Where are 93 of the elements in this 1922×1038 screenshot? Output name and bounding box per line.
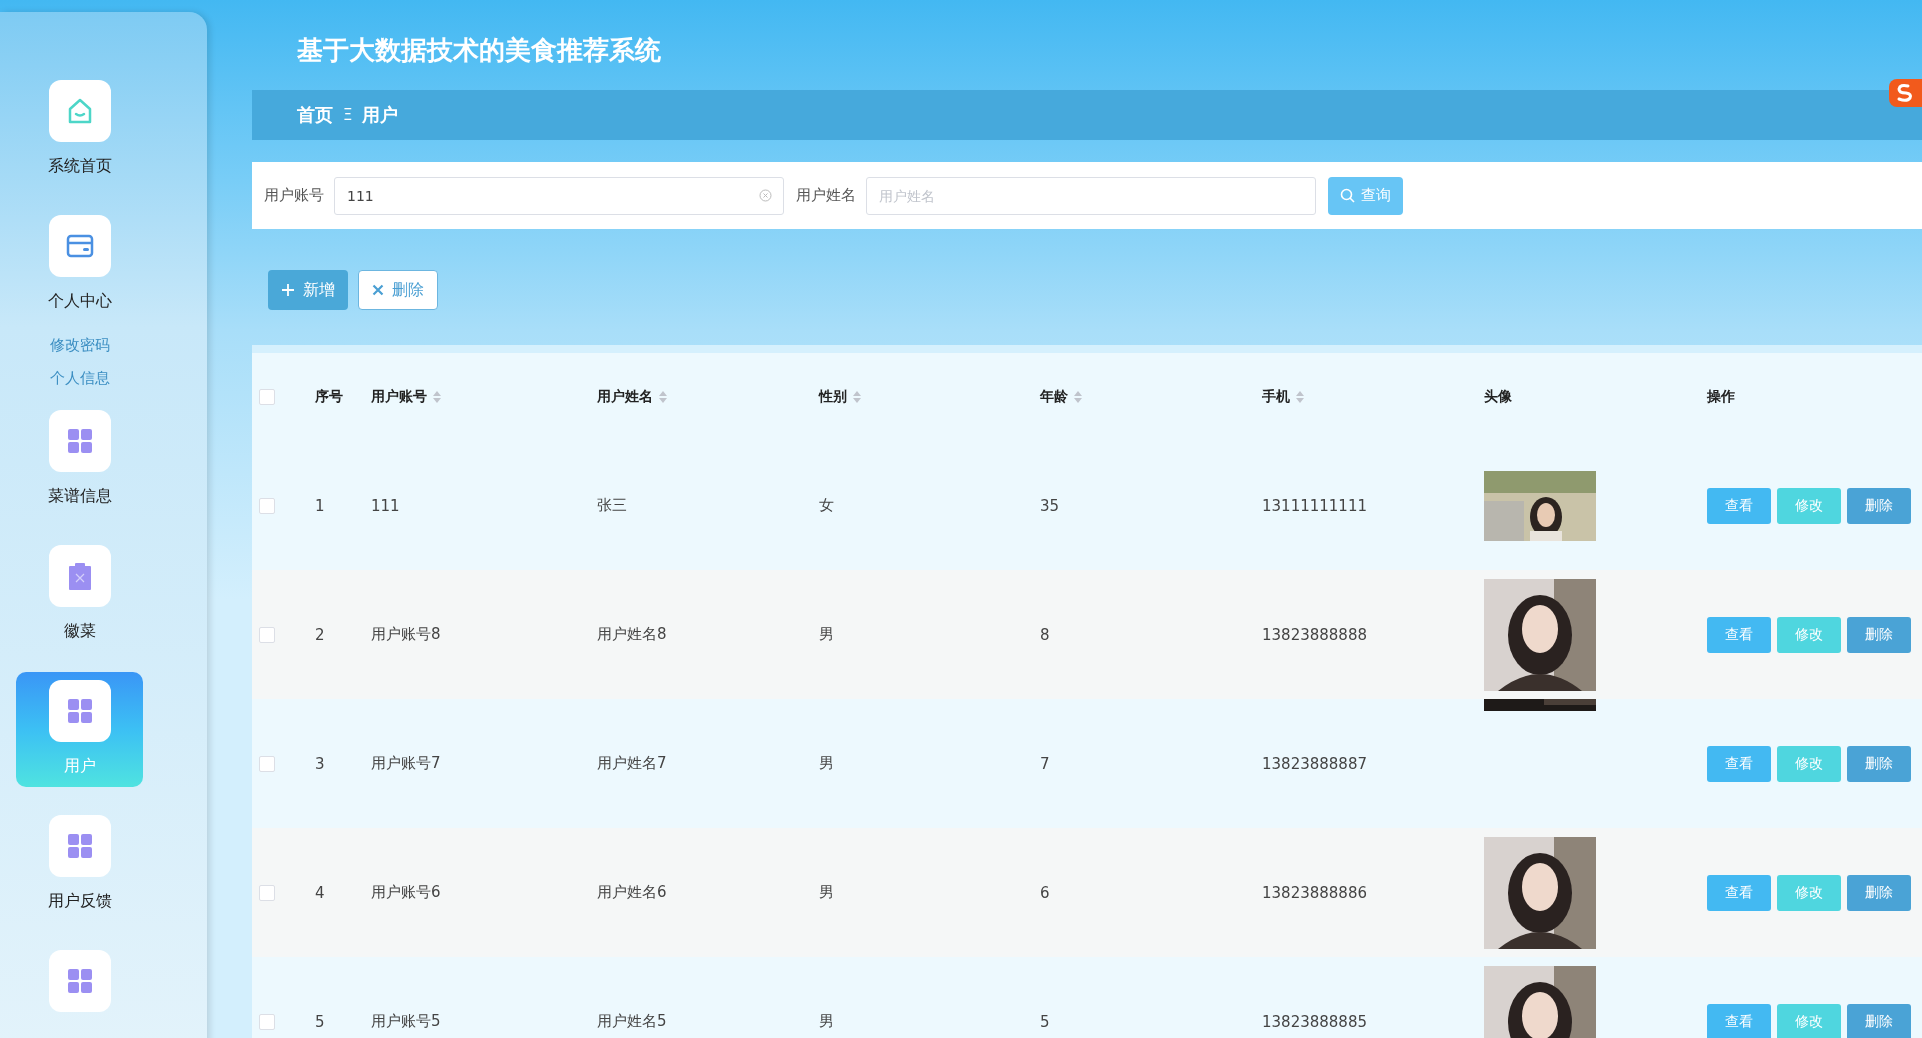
- field-label: 用户姓名: [796, 186, 856, 205]
- checkbox[interactable]: [259, 884, 275, 901]
- search-icon: [1340, 188, 1355, 203]
- row-action-button[interactable]: 删除: [1847, 874, 1911, 911]
- grid-icon: [66, 698, 93, 724]
- row-action-button[interactable]: 删除: [1847, 616, 1911, 653]
- checkbox[interactable]: [259, 1013, 275, 1030]
- breadcrumb-separator: Ξ: [343, 106, 353, 124]
- column-header[interactable]: 性别: [819, 388, 847, 406]
- row-action-button[interactable]: 删除: [1847, 487, 1911, 524]
- column-header: 操作: [1707, 388, 1735, 406]
- clear-icon[interactable]: [759, 188, 772, 202]
- nav-item[interactable]: 用户: [16, 672, 143, 787]
- nav-link[interactable]: 修改密码: [16, 336, 143, 355]
- table-cell: 张三: [597, 496, 627, 515]
- app-title: 基于大数据技术的美食推荐系统: [296, 33, 662, 67]
- checkbox[interactable]: [259, 389, 275, 405]
- clipboard-icon: [67, 562, 92, 590]
- row-action-button[interactable]: 查看: [1707, 487, 1771, 524]
- table-cell: 5: [315, 1012, 325, 1031]
- table-cell: 男: [819, 1012, 834, 1031]
- table-cell: 2: [315, 625, 325, 644]
- table-cell: 111: [371, 496, 400, 515]
- table-cell: 用户姓名5: [597, 1012, 667, 1031]
- table-cell: 1: [315, 496, 325, 515]
- table-cell: 13823888887: [1262, 754, 1367, 773]
- sort-icon[interactable]: [1074, 391, 1082, 403]
- table-cell: 13823888885: [1262, 1012, 1367, 1031]
- checkbox[interactable]: [259, 626, 275, 643]
- nav-item[interactable]: 菜谱信息: [16, 402, 143, 517]
- table-cell: 6: [1040, 883, 1050, 902]
- search-field[interactable]: 111: [334, 176, 784, 215]
- row-action-button[interactable]: 查看: [1707, 874, 1771, 911]
- table-cell: 7: [1040, 754, 1050, 773]
- table-cell: 用户账号7: [371, 754, 441, 773]
- breadcrumb-current: 用户: [362, 103, 399, 127]
- sort-icon[interactable]: [659, 391, 667, 403]
- column-header[interactable]: 年龄: [1040, 388, 1068, 406]
- table-cell: 男: [819, 625, 834, 644]
- table-cell: 8: [1040, 625, 1050, 644]
- search-button[interactable]: 查询: [1328, 176, 1403, 215]
- row-action-button[interactable]: 修改: [1777, 1003, 1841, 1038]
- column-header: 序号: [315, 388, 343, 406]
- input-method-icon[interactable]: [1888, 78, 1922, 108]
- table-cell: 女: [819, 496, 834, 515]
- breadcrumb-link[interactable]: 首页: [297, 103, 333, 127]
- nav-item[interactable]: 用户反馈: [16, 807, 143, 922]
- row-action-button[interactable]: 修改: [1777, 745, 1841, 782]
- table-cell: 用户账号8: [371, 625, 441, 644]
- row-action-button[interactable]: 删除: [1847, 745, 1911, 782]
- search-field[interactable]: 用户姓名: [866, 176, 1316, 215]
- checkbox[interactable]: [259, 497, 275, 514]
- table-cell: 用户姓名6: [597, 883, 667, 902]
- table-cell: 13823888886: [1262, 883, 1367, 902]
- sort-icon[interactable]: [433, 391, 441, 403]
- checkbox[interactable]: [259, 755, 275, 772]
- column-header[interactable]: 用户姓名: [597, 388, 653, 406]
- grid-icon: [66, 428, 93, 454]
- nav-item[interactable]: 系统首页: [16, 72, 143, 187]
- row-action-button[interactable]: 删除: [1847, 1003, 1911, 1038]
- nav-item[interactable]: 个人中心: [16, 207, 143, 322]
- row-action-button[interactable]: 查看: [1707, 745, 1771, 782]
- close-icon: [372, 284, 384, 296]
- plus-icon: [281, 283, 295, 297]
- row-action-button[interactable]: 修改: [1777, 616, 1841, 653]
- row-action-button[interactable]: 修改: [1777, 874, 1841, 911]
- row-action-button[interactable]: 查看: [1707, 616, 1771, 653]
- nav-link[interactable]: 个人信息: [16, 369, 143, 388]
- row-action-button[interactable]: 查看: [1707, 1003, 1771, 1038]
- grid-icon: [66, 833, 93, 859]
- table-cell: 用户账号5: [371, 1012, 441, 1031]
- sort-icon[interactable]: [853, 391, 861, 403]
- table-cell: 13111111111: [1262, 496, 1367, 515]
- table-cell: 用户姓名8: [597, 625, 667, 644]
- table-cell: 男: [819, 754, 834, 773]
- delete-button[interactable]: 删除: [358, 270, 438, 310]
- table-cell: 5: [1040, 1012, 1050, 1031]
- table-cell: 35: [1040, 496, 1060, 515]
- column-header[interactable]: 用户账号: [371, 388, 427, 406]
- grid-icon: [66, 968, 93, 994]
- table-cell: 13823888888: [1262, 625, 1367, 644]
- column-header[interactable]: 手机: [1262, 388, 1290, 406]
- table-cell: 男: [819, 883, 834, 902]
- row-action-button[interactable]: 修改: [1777, 487, 1841, 524]
- table-cell: 4: [315, 883, 325, 902]
- table-cell: 用户姓名7: [597, 754, 667, 773]
- sort-icon[interactable]: [1296, 391, 1304, 403]
- nav-item[interactable]: 徽菜: [16, 537, 143, 652]
- table-cell: 3: [315, 754, 325, 773]
- add-button[interactable]: 新增: [268, 270, 348, 310]
- column-header: 头像: [1484, 388, 1512, 406]
- field-label: 用户账号: [264, 186, 324, 205]
- table-cell: 用户账号6: [371, 883, 441, 902]
